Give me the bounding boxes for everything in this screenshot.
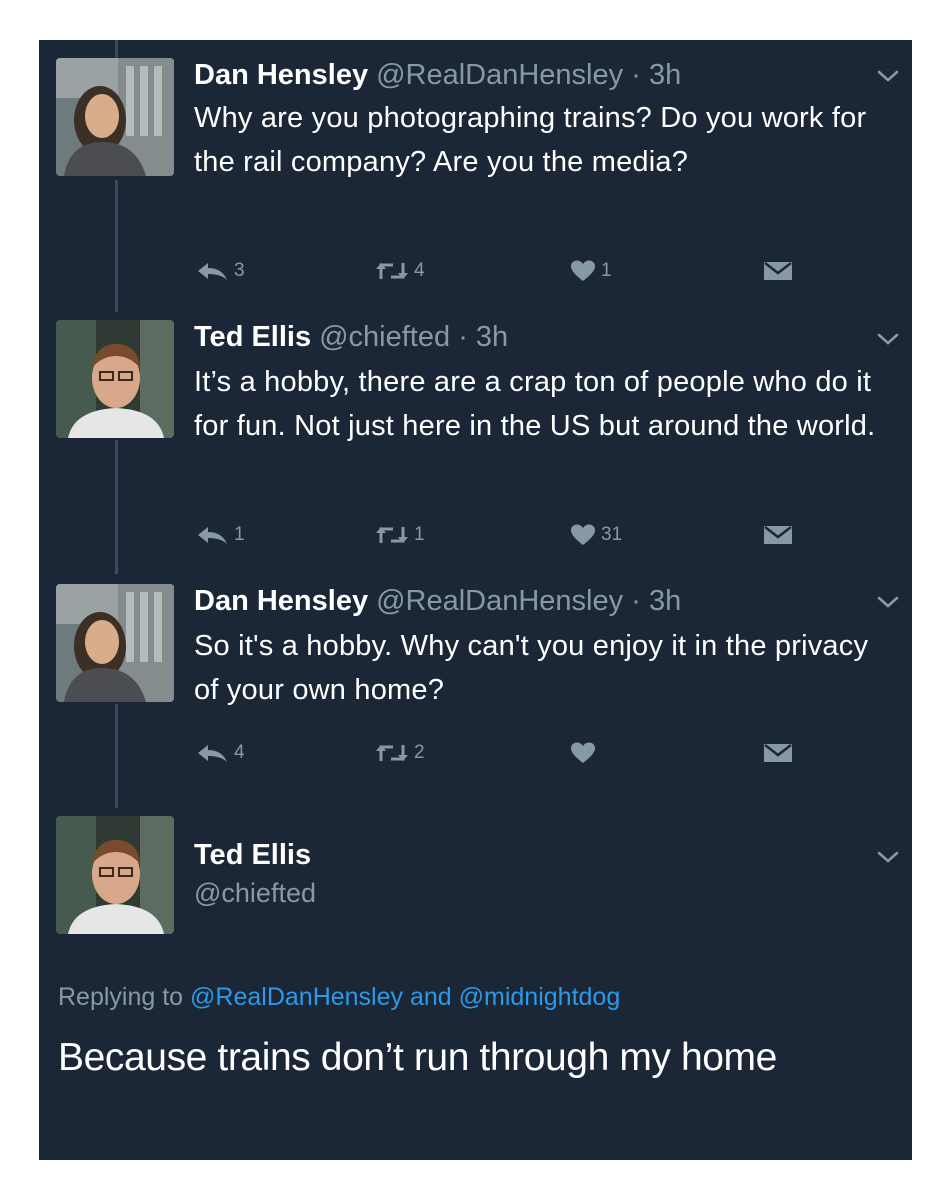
direct-message-button[interactable]: [762, 256, 798, 286]
direct-message-icon: [764, 744, 792, 762]
reply-arrow-icon: [198, 745, 227, 762]
reply-arrow-icon: [198, 263, 227, 280]
avatar[interactable]: [56, 584, 174, 702]
author-handle[interactable]: @chiefted: [319, 321, 450, 353]
chevron-down-icon[interactable]: [875, 593, 901, 611]
like-button[interactable]: [569, 738, 601, 768]
reply-button[interactable]: 3: [196, 256, 245, 286]
replying-to-line: Replying to @RealDanHensley and @midnigh…: [58, 983, 620, 1012]
author-name[interactable]: Dan Hensley: [194, 59, 368, 91]
thread-line: [115, 440, 118, 574]
reply-count: 1: [234, 524, 245, 545]
avatar[interactable]: [56, 816, 174, 934]
reply-arrow-icon: [198, 527, 227, 544]
author-name[interactable]: Ted Ellis: [194, 321, 311, 353]
reply-button[interactable]: 1: [196, 520, 245, 550]
avatar[interactable]: [56, 320, 174, 438]
tweet-actions: 1 1 31: [194, 520, 834, 550]
tweet-text: It’s a hobby, there are a crap ton of pe…: [194, 366, 876, 442]
separator-dot: ·: [631, 585, 641, 617]
mention-link[interactable]: @midnightdog: [459, 983, 621, 1011]
avatar[interactable]: [56, 58, 174, 176]
retweet-icon: [376, 527, 408, 543]
heart-icon: [571, 742, 595, 763]
thread-line: [115, 180, 118, 312]
author-handle[interactable]: @RealDanHensley: [376, 59, 623, 91]
author-handle[interactable]: @chiefted: [194, 878, 316, 909]
reply-count: 4: [234, 742, 245, 763]
retweet-count: 2: [414, 742, 425, 763]
direct-message-icon: [764, 262, 792, 280]
direct-message-icon: [764, 526, 792, 544]
retweet-button[interactable]: 2: [374, 738, 425, 768]
author-name[interactable]: Dan Hensley: [194, 585, 368, 617]
replying-to-label: Replying to: [58, 983, 184, 1011]
retweet-icon: [376, 263, 408, 279]
like-button[interactable]: 31: [569, 520, 622, 550]
author-handle[interactable]: @RealDanHensley: [376, 585, 623, 617]
heart-icon: [571, 260, 595, 281]
replying-and: and: [409, 983, 452, 1011]
mention-link[interactable]: @RealDanHensley: [190, 983, 403, 1011]
retweet-button[interactable]: 4: [374, 256, 425, 286]
like-count: 1: [601, 260, 612, 281]
tweet-actions: 3 4 1: [194, 256, 834, 286]
chevron-down-icon[interactable]: [875, 330, 901, 348]
heart-icon: [571, 524, 595, 545]
timestamp[interactable]: 3h: [476, 321, 508, 353]
tweet-text: Why are you photographing trains? Do you…: [194, 102, 867, 178]
reply-count: 3: [234, 260, 245, 281]
thread-line: [115, 40, 118, 58]
author-name[interactable]: Ted Ellis: [194, 839, 311, 871]
chevron-down-icon[interactable]: [875, 67, 901, 85]
tweet-thread-panel: Dan Hensley @RealDanHensley · 3h Why are …: [39, 40, 912, 1160]
chevron-down-icon[interactable]: [875, 848, 901, 866]
direct-message-button[interactable]: [762, 738, 798, 768]
retweet-icon: [376, 745, 408, 761]
retweet-count: 1: [414, 524, 425, 545]
reply-button[interactable]: 4: [196, 738, 245, 768]
tweet-text: So it's a hobby. Why can't you enjoy it …: [194, 630, 869, 706]
timestamp[interactable]: 3h: [649, 585, 681, 617]
timestamp[interactable]: 3h: [649, 59, 681, 91]
separator-dot: ·: [458, 321, 468, 353]
retweet-button[interactable]: 1: [374, 520, 425, 550]
like-count: 31: [601, 524, 623, 545]
separator-dot: ·: [631, 59, 641, 91]
direct-message-button[interactable]: [762, 520, 798, 550]
like-button[interactable]: 1: [569, 256, 612, 286]
tweet-actions: 4 2: [194, 738, 834, 768]
tweet-text: Because trains don’t run through my home: [58, 1036, 777, 1079]
retweet-count: 4: [414, 260, 425, 281]
thread-line: [115, 704, 118, 808]
